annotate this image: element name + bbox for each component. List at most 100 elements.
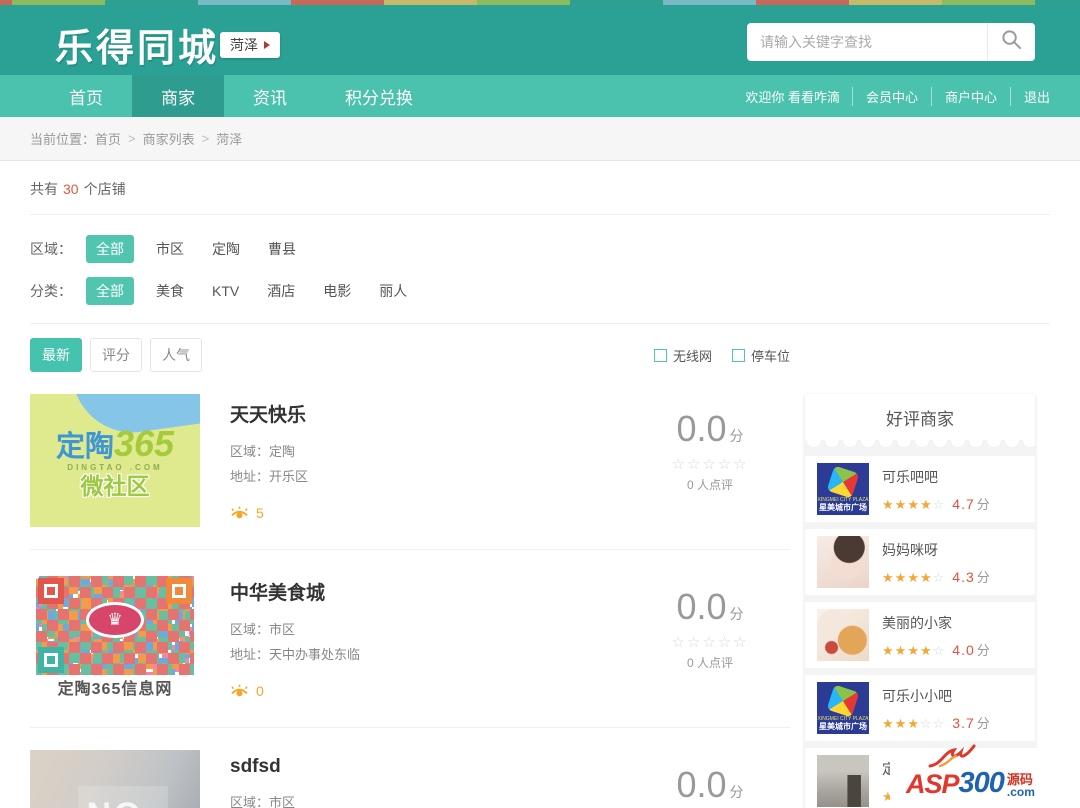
store-image[interactable]: NO 乐得同城 [30,750,200,808]
member-center-link[interactable]: 会员中心 [851,86,931,106]
score-value: 0.0 [676,764,727,805]
wifi-checkbox[interactable] [653,348,667,362]
breadcrumb-separator: > [128,131,136,146]
region-filter-row: 区域： 全部 市区 定陶 曹县 [30,235,1050,263]
thumb-caption-cn: 星美城市广场 [819,722,867,731]
nav-item-news[interactable]: 资讯 [224,75,316,117]
region-value: 市区 [269,795,296,808]
store-info: sdfsd 区域：市区 地址：sdf 1元送1积分 [230,750,630,808]
main-row: 最新 评分 人气 无线网 停车位 定陶365 DINGTAO .COM 微社区 … [30,338,1050,808]
rated-merchant-item[interactable]: XINGMEI CITY PLAZA 星美城市广场 可乐小小吧 ★★★☆☆ 3.7… [805,675,1035,741]
store-name[interactable]: 中华美食城 [230,578,630,605]
image-text: DINGTAO .COM [67,463,163,472]
address-value: 天中办事处东临 [269,647,361,662]
qr-finder-pattern [38,578,64,604]
breadcrumb-merchant-list[interactable]: 商家列表 [143,129,195,148]
star-rating: ★★★★☆ [882,570,946,585]
image-text: 定陶 [55,431,114,463]
score-unit: 分 [976,570,991,585]
rated-merchant-item[interactable]: 美丽的小家 ★★★★☆ 4.0 分 [805,602,1035,668]
store-region: 区域：市区 [230,617,630,642]
merchant-center-link[interactable]: 商户中心 [930,86,1010,106]
nav-item-home[interactable]: 首页 [40,75,132,117]
region-option-all[interactable]: 全部 [86,235,134,263]
merchant-info: 妈妈咪呀 ★★★★☆ 4.3 分 [882,538,991,586]
merchant-name: 妈妈咪呀 [882,542,938,558]
view-count: 0 [230,683,630,699]
search-button[interactable] [987,23,1035,61]
breadcrumb-separator: > [201,131,210,146]
sort-tab-newest[interactable]: 最新 [30,338,82,372]
asp300-watermark: ASP 300 源码 .com [890,744,1080,808]
region-option-dingtao[interactable]: 定陶 [212,239,240,259]
region-filter-label: 区域： [30,241,72,257]
category-option-beauty[interactable]: 丽人 [379,281,407,301]
main-nav: 首页 商家 资讯 积分兑换 欢迎你 看看咋滴 会员中心 商户中心 退出 [0,75,1080,117]
user-nav: 欢迎你 看看咋滴 会员中心 商户中心 退出 [733,75,1050,117]
nav-item-merchants[interactable]: 商家 [132,75,224,117]
top-rated-sidebar: 好评商家 XINGMEI CITY PLAZA 星美城市广场 可乐吧吧 ★★★★… [805,394,1035,808]
store-address: 地址：开乐区 [230,464,630,489]
listing-row: NO 乐得同城 sdfsd 区域：市区 地址：sdf 1元送1积分 0.0分 ☆… [30,728,790,808]
score-unit: 分 [729,606,744,622]
rated-merchant-item[interactable]: XINGMEI CITY PLAZA 星美城市广场 可乐吧吧 ★★★★☆ 4.7 分 [805,456,1035,522]
summary-prefix: 共有 [30,181,58,197]
store-info: 天天快乐 区域：定陶 地址：开乐区 5 [230,394,630,527]
merchant-name: 美丽的小家 [882,615,952,631]
address-value: 开乐区 [269,469,309,484]
merchant-thumbnail: XINGMEI CITY PLAZA 星美城市广场 [817,682,869,734]
parking-filter[interactable]: 停车位 [731,346,790,365]
sidebar-title: 好评商家 [805,394,1035,440]
region-value: 市区 [269,622,296,637]
region-option-caoxian[interactable]: 曹县 [268,239,296,259]
merchant-name: 可乐小小吧 [882,688,952,704]
address-label: 地址： [230,469,270,484]
watermark-com-text: .com [1006,785,1035,799]
logout-link[interactable]: 退出 [1009,86,1050,106]
search-input[interactable] [747,34,987,50]
site-logo[interactable]: 乐得同城 [55,17,219,72]
breadcrumb-home[interactable]: 首页 [95,129,121,148]
category-option-all[interactable]: 全部 [86,277,134,305]
nav-item-points[interactable]: 积分兑换 [316,75,442,117]
merchant-stars: ★★★★☆ 4.0 分 [882,640,991,659]
header: 乐得同城 菏泽 [0,5,1080,75]
parking-checkbox[interactable] [731,348,745,362]
wifi-filter[interactable]: 无线网 [653,346,712,365]
pinwheel-logo [826,684,860,718]
region-option-city[interactable]: 市区 [156,239,184,259]
store-image[interactable]: ♛ 定陶365信息网 [30,572,200,705]
sort-tab-popularity[interactable]: 人气 [150,338,202,372]
scallop-divider [805,440,1035,449]
category-option-food[interactable]: 美食 [156,281,184,301]
city-name: 菏泽 [230,37,258,53]
store-info: 中华美食城 区域：市区 地址：天中办事处东临 0 [230,572,630,705]
merchant-thumbnail [817,755,869,807]
rated-merchant-item[interactable]: 妈妈咪呀 ★★★★☆ 4.3 分 [805,529,1035,595]
summary-suffix: 个店铺 [83,181,126,197]
star-rating: ★★★★☆ [882,643,946,658]
store-name[interactable]: sdfsd [230,756,630,778]
sort-tab-score[interactable]: 评分 [90,338,142,372]
merchant-thumbnail: XINGMEI CITY PLAZA 星美城市广场 [817,463,869,515]
category-option-ktv[interactable]: KTV [212,283,239,299]
merchant-score: 4.0 [952,642,975,658]
store-rating: 0.0分 ☆☆☆☆☆ 0 人点评 [630,750,790,808]
listing-row: 定陶365 DINGTAO .COM 微社区 天天快乐 区域：定陶 地址：开乐区 [30,372,790,550]
store-rating: 0.0分 ☆☆☆☆☆ 0 人点评 [630,394,790,527]
amenity-filters: 无线网 停车位 [634,346,790,365]
store-image[interactable]: 定陶365 DINGTAO .COM 微社区 [30,394,200,527]
category-filter-row: 分类： 全部 美食 KTV 酒店 电影 丽人 [30,277,1050,305]
city-selector[interactable]: 菏泽 [220,32,280,58]
city-arrow-icon [264,41,270,49]
qr-finder-pattern [166,578,192,604]
eye-icon [231,506,248,518]
merchant-stars: ★★★★☆ 4.3 分 [882,567,991,586]
breadcrumb-prefix: 当前位置： [30,132,96,147]
store-name[interactable]: 天天快乐 [230,400,630,427]
image-text: 微社区 [80,473,150,499]
category-option-movie[interactable]: 电影 [323,281,351,301]
merchant-score: 4.3 [952,569,975,585]
category-option-hotel[interactable]: 酒店 [267,281,295,301]
merchant-thumbnail [817,536,869,588]
